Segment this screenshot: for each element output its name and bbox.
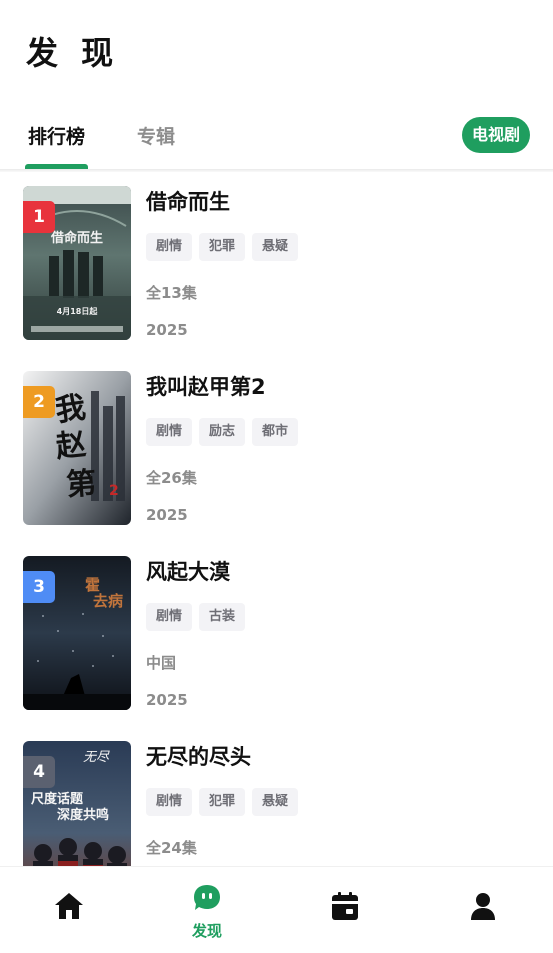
tag: 悬疑 — [252, 788, 299, 816]
list-item[interactable]: 霍 去病 3 风起大漠 剧情 古装 中国 2025 — [0, 542, 553, 712]
svg-text:无尽: 无尽 — [83, 750, 110, 765]
tag: 剧情 — [146, 788, 193, 816]
release-year: 2025 — [146, 691, 188, 709]
tab-ranking[interactable]: 排行榜 — [28, 122, 85, 149]
page-title: 发 现 — [26, 34, 120, 72]
item-title[interactable]: 风起大漠 — [146, 556, 230, 586]
release-year: 2025 — [146, 321, 188, 339]
svg-text:深度共鸣: 深度共鸣 — [57, 807, 109, 823]
tab-albums[interactable]: 专辑 — [137, 122, 175, 149]
rank-badge: 1 — [23, 201, 55, 233]
rank-badge: 3 — [23, 571, 55, 603]
poster-date-text: 4月18日起 — [57, 306, 99, 316]
svg-text:第: 第 — [65, 466, 97, 503]
svg-text:赵: 赵 — [54, 427, 88, 465]
tag: 犯罪 — [199, 788, 246, 816]
item-title[interactable]: 无尽的尽头 — [146, 741, 251, 771]
list-item[interactable]: 无尽 尺度话题 深度共鸣 4 无尽的尽头 剧情 犯罪 悬疑 全24集 — [0, 727, 553, 866]
region: 中国 — [146, 654, 177, 672]
tag: 励志 — [199, 418, 246, 446]
svg-text:去病: 去病 — [93, 592, 123, 610]
rank-badge: 2 — [23, 386, 55, 418]
nav-home[interactable] — [0, 867, 138, 953]
rank-badge: 4 — [23, 756, 55, 788]
tag-list: 剧情 犯罪 悬疑 — [146, 788, 299, 816]
poster-image[interactable]: 我 赵 第 2 2 — [23, 371, 131, 525]
nav-schedule[interactable] — [276, 867, 414, 953]
episode-count: 全24集 — [146, 839, 197, 857]
discover-icon — [194, 885, 220, 910]
poster-image[interactable]: 无尽 尺度话题 深度共鸣 4 — [23, 741, 131, 866]
poster-title-text: 借命而生 — [50, 230, 103, 246]
bottom-nav: 发现 — [0, 866, 553, 953]
tag-list: 剧情 犯罪 悬疑 — [146, 233, 299, 261]
item-title[interactable]: 我叫赵甲第2 — [146, 371, 266, 401]
list-item[interactable]: 借命而生 4月18日起 1 借命而生 剧情 犯罪 悬疑 全13集 2025 — [0, 172, 553, 342]
svg-text:尺度话题: 尺度话题 — [31, 791, 84, 807]
svg-text:我: 我 — [53, 390, 88, 429]
tag: 剧情 — [146, 418, 193, 446]
header: 发 现 排行榜 专辑 电视剧 — [0, 0, 553, 170]
episode-count: 全13集 — [146, 284, 197, 302]
list-item[interactable]: 我 赵 第 2 2 我叫赵甲第2 剧情 励志 都市 全26集 2025 — [0, 357, 553, 527]
calendar-icon — [332, 892, 358, 920]
svg-text:2: 2 — [109, 483, 119, 499]
tag-list: 剧情 古装 — [146, 603, 246, 631]
tag-list: 剧情 励志 都市 — [146, 418, 299, 446]
tag: 剧情 — [146, 603, 193, 631]
poster-image[interactable]: 霍 去病 3 — [23, 556, 131, 710]
episode-count: 全26集 — [146, 469, 197, 487]
nav-profile[interactable] — [414, 867, 552, 953]
tag: 古装 — [199, 603, 246, 631]
item-title[interactable]: 借命而生 — [146, 186, 230, 216]
category-chip[interactable]: 电视剧 — [461, 117, 530, 153]
poster-image[interactable]: 借命而生 4月18日起 1 — [23, 186, 131, 340]
tag: 犯罪 — [199, 233, 246, 261]
nav-discover[interactable]: 发现 — [138, 867, 276, 953]
tag: 剧情 — [146, 233, 193, 261]
nav-label-discover: 发现 — [191, 922, 222, 940]
ranking-list[interactable]: 借命而生 4月18日起 1 借命而生 剧情 犯罪 悬疑 全13集 2025 我 … — [0, 172, 553, 866]
release-year: 2025 — [146, 506, 188, 524]
profile-icon — [471, 893, 495, 920]
tag: 都市 — [252, 418, 299, 446]
home-icon — [55, 893, 83, 919]
tab-bar: 排行榜 专辑 电视剧 — [0, 112, 553, 170]
tag: 悬疑 — [252, 233, 299, 261]
